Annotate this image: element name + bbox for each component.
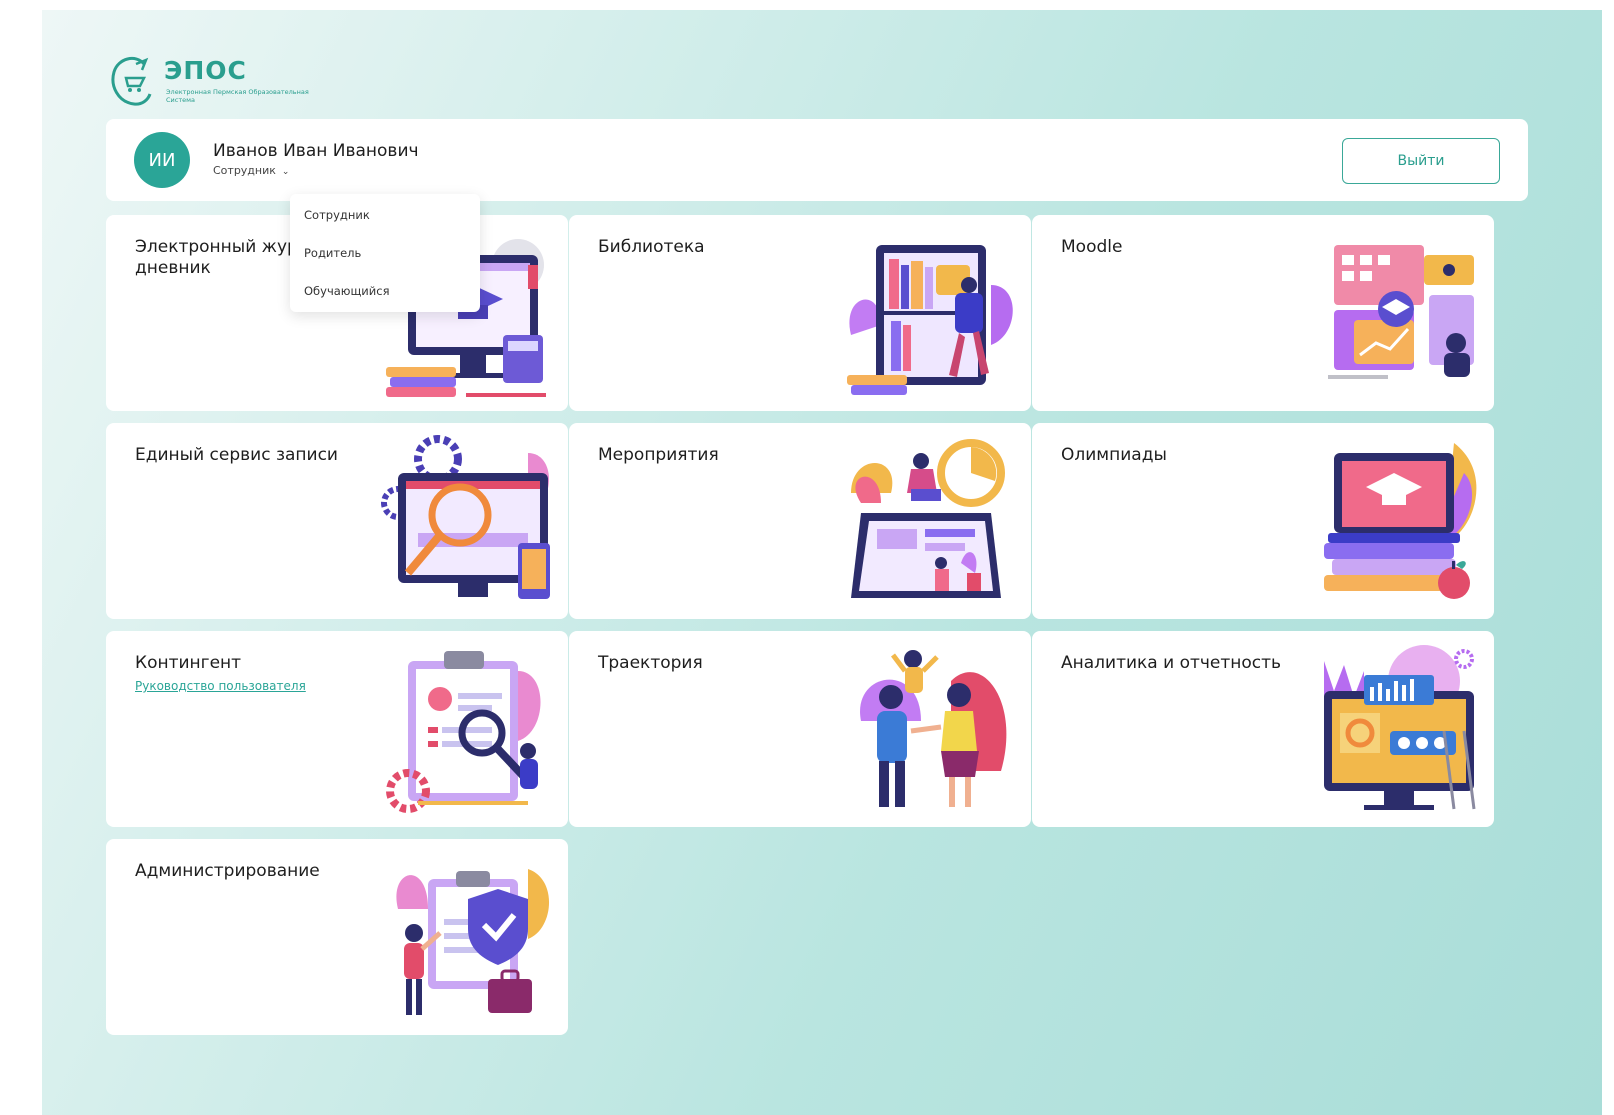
card-title: Аналитика и отчетность (1061, 653, 1282, 673)
service-card-olympiads[interactable]: Олимпиады (1032, 423, 1494, 619)
card-title: Олимпиады (1061, 445, 1167, 465)
service-card-library[interactable]: Библиотека (569, 215, 1031, 411)
user-header: ИИ Иванов Иван Иванович Сотрудник ⌄ Выйти (106, 119, 1528, 201)
card-title: Мероприятия (598, 445, 719, 465)
service-card-contingent[interactable]: Контингент Руководство пользователя (106, 631, 568, 827)
logo-title: ЭПОС (164, 56, 247, 85)
card-title: Библиотека (598, 237, 705, 257)
card-title: Траектория (598, 653, 703, 673)
shield-security-icon (396, 869, 550, 1015)
role-option-employee[interactable]: Сотрудник (304, 208, 370, 222)
logo-subtitle: Электронная Пермская Образовательная Сис… (166, 88, 309, 104)
dashboard-calendar-icon (1328, 245, 1474, 379)
analytics-monitor-icon (1324, 645, 1476, 810)
clipboard-magnifier-icon (386, 651, 541, 813)
service-card-analytics[interactable]: Аналитика и отчетность (1032, 631, 1494, 827)
user-guide-link[interactable]: Руководство пользователя (135, 679, 306, 693)
role-dropdown-menu: Сотрудник Родитель Обучающийся (290, 194, 480, 312)
logo-icon (111, 56, 152, 106)
app-frame: ЭПОС Электронная Пермская Образовательна… (42, 10, 1602, 1115)
user-name: Иванов Иван Иванович (213, 141, 419, 161)
role-selector-value: Сотрудник (213, 164, 276, 177)
role-option-student[interactable]: Обучающийся (304, 284, 390, 298)
service-card-moodle[interactable]: Moodle (1032, 215, 1494, 411)
logout-button[interactable]: Выйти (1342, 138, 1500, 184)
chevron-down-icon: ⌄ (281, 167, 290, 177)
card-title: Администрирование (135, 861, 320, 881)
logo[interactable]: ЭПОС Электронная Пермская Образовательна… (106, 52, 316, 112)
card-title: Единый сервис записи (135, 445, 338, 465)
service-card-enrollment[interactable]: Единый сервис записи (106, 423, 568, 619)
event-board-icon (851, 439, 1005, 598)
role-option-parent[interactable]: Родитель (304, 246, 361, 260)
monitor-magnifier-icon (381, 435, 550, 599)
card-title: Moodle (1061, 237, 1123, 257)
service-card-trajectory[interactable]: Траектория (569, 631, 1031, 827)
service-card-administration[interactable]: Администрирование (106, 839, 568, 1035)
service-card-events[interactable]: Мероприятия (569, 423, 1031, 619)
laptop-books-icon (1324, 443, 1477, 599)
library-bookshelf-icon (847, 245, 1013, 395)
avatar: ИИ (134, 132, 190, 188)
card-title: Контингент (135, 653, 242, 673)
family-people-icon (860, 650, 1007, 807)
role-selector[interactable]: Сотрудник ⌄ (213, 164, 289, 177)
